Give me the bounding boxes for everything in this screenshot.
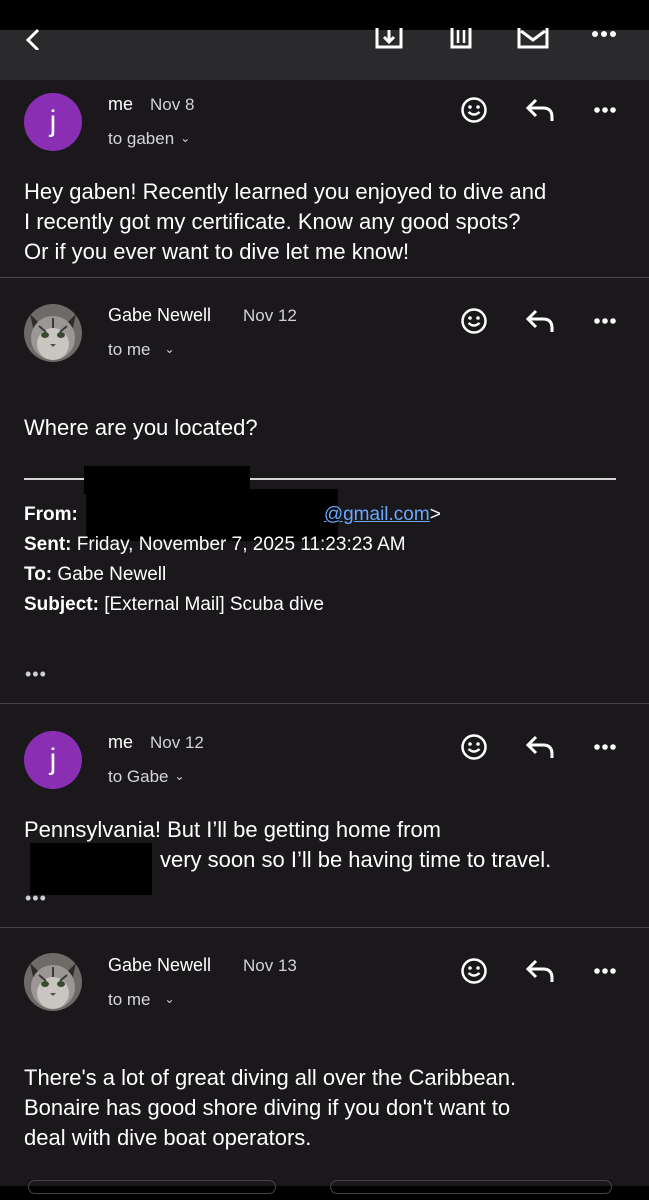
avatar: j: [24, 93, 82, 151]
chevron-down-icon: ⌄: [164, 342, 175, 356]
reply-icon[interactable]: [525, 734, 555, 760]
redaction: [30, 843, 152, 895]
quoted-subject: Subject: [External Mail] Scuba dive: [24, 590, 441, 620]
reply-icon[interactable]: [525, 308, 555, 334]
recipient-toggle[interactable]: to me ⌄: [108, 340, 175, 360]
divider: [0, 927, 649, 928]
more-icon[interactable]: [593, 106, 617, 114]
recipient-toggle[interactable]: to me ⌄: [108, 990, 175, 1010]
body-line: Where are you located?: [24, 415, 258, 440]
field-label: From:: [24, 504, 78, 525]
archive-download-icon[interactable]: [374, 28, 404, 50]
reply-icon[interactable]: [525, 97, 555, 123]
message-body: Where are you located?: [24, 413, 258, 443]
more-icon[interactable]: [593, 743, 617, 751]
bottom-bar: [0, 1180, 649, 1200]
field-label: Subject:: [24, 594, 99, 615]
body-line: I recently got my certificate. Know any …: [24, 209, 521, 234]
field-value: Gabe Newell: [57, 564, 167, 585]
mail-icon[interactable]: [517, 28, 549, 50]
chevron-left-icon[interactable]: [22, 28, 44, 50]
message-date: Nov 13: [243, 956, 297, 975]
forward-button[interactable]: [330, 1180, 612, 1194]
body-line: deal with dive boat operators.: [24, 1125, 312, 1150]
email-link[interactable]: @gmail.com: [324, 504, 430, 525]
divider: [0, 277, 649, 278]
toolbar: [0, 0, 649, 80]
sender-name: Gabe Newell: [108, 305, 212, 325]
quoted-to: To: Gabe Newell: [24, 560, 441, 590]
chevron-down-icon: ⌄: [180, 131, 191, 145]
trash-icon[interactable]: [449, 28, 473, 50]
reply-icon[interactable]: [525, 958, 555, 984]
show-trimmed-button[interactable]: •••: [25, 888, 47, 909]
sender-name: me: [108, 732, 134, 752]
recipient-label: to me: [108, 990, 151, 1009]
message-body: There's a lot of great diving all over t…: [24, 1063, 516, 1153]
chevron-down-icon: ⌄: [164, 992, 175, 1006]
field-label: Sent:: [24, 534, 72, 555]
recipient-toggle[interactable]: to Gabe ⌄: [108, 767, 185, 787]
recipient-label: to Gabe: [108, 767, 169, 786]
email-bracket: >: [429, 504, 441, 525]
divider: [0, 703, 649, 704]
avatar: [24, 953, 82, 1011]
message-date: Nov 12: [243, 306, 297, 325]
emoji-react-icon[interactable]: [460, 307, 488, 335]
recipient-toggle[interactable]: to gaben ⌄: [108, 129, 190, 149]
body-line: Hey gaben! Recently learned you enjoyed …: [24, 179, 547, 204]
body-line: Or if you ever want to dive let me know!: [24, 239, 410, 264]
sender-name: me: [108, 94, 134, 114]
body-line: There's a lot of great diving all over t…: [24, 1065, 517, 1090]
quoted-sent: Sent: Friday, November 7, 2025 11:23:23 …: [24, 530, 441, 560]
message-date: Nov 8: [150, 95, 195, 114]
quoted-header: From: @gmail.com> Sent: Friday, November …: [24, 500, 441, 620]
more-icon[interactable]: [593, 967, 617, 975]
recipient-label: to me: [108, 340, 151, 359]
chevron-down-icon: ⌄: [174, 769, 185, 783]
field-label: To:: [24, 564, 53, 585]
more-icon[interactable]: [591, 30, 617, 38]
message-body: Hey gaben! Recently learned you enjoyed …: [24, 177, 546, 267]
emoji-react-icon[interactable]: [460, 96, 488, 124]
emoji-react-icon[interactable]: [460, 733, 488, 761]
reply-button[interactable]: [28, 1180, 276, 1194]
message-date: Nov 12: [150, 733, 204, 752]
sender-name: Gabe Newell: [108, 955, 212, 975]
field-value: Friday, November 7, 2025 11:23:23 AM: [76, 534, 406, 555]
field-value: [External Mail] Scuba dive: [104, 594, 324, 615]
quoted-from: From: @gmail.com>: [24, 500, 441, 530]
body-line: Pennsylvania! But I’ll be getting home f…: [24, 817, 442, 842]
status-bar: [0, 0, 649, 30]
more-icon[interactable]: [593, 317, 617, 325]
recipient-label: to gaben: [108, 129, 175, 148]
emoji-react-icon[interactable]: [460, 957, 488, 985]
avatar: j: [24, 731, 82, 789]
avatar: [24, 304, 82, 362]
body-line: Bonaire has good shore diving if you don…: [24, 1095, 511, 1120]
show-trimmed-button[interactable]: •••: [25, 664, 47, 685]
